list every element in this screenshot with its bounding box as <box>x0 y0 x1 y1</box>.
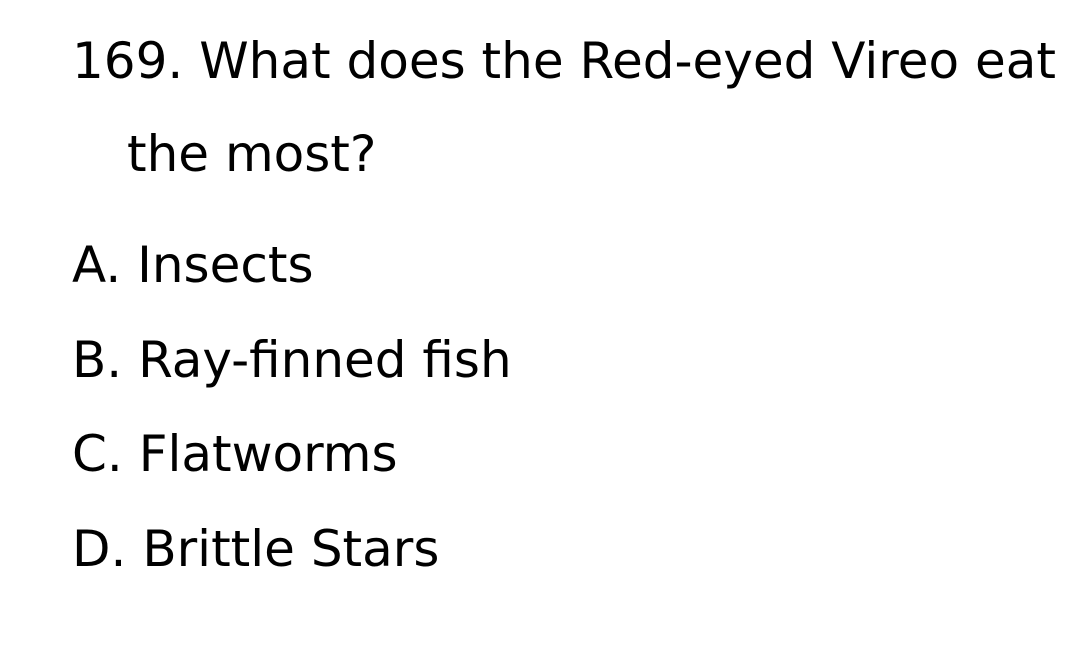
choice-text: Ray-finned fish <box>138 330 512 389</box>
quiz-card: 169. What does the Red-eyed Vireo eat the… <box>72 0 1062 596</box>
choice-a[interactable]: A. Insects <box>72 218 1062 313</box>
choice-text: Brittle Stars <box>142 519 440 578</box>
question-prompt: 169. What does the Red-eyed Vireo eat the… <box>72 15 1062 201</box>
choice-letter: B. <box>72 330 123 389</box>
choice-b[interactable]: B. Ray-finned fish <box>72 313 1062 408</box>
choice-text: Flatworms <box>138 425 398 483</box>
question-text: What does the Red-eyed Vireo eat the mos… <box>127 32 1056 183</box>
choice-text: Insects <box>137 236 314 294</box>
choice-letter: D. <box>72 519 127 578</box>
choice-c[interactable]: C. Flatworms <box>72 407 1062 502</box>
choice-d[interactable]: D. Brittle Stars <box>72 502 1062 597</box>
choice-letter: C. <box>72 425 123 483</box>
answer-choices: A. Insects B. Ray-finned fish C. Flatworms … <box>72 218 1062 596</box>
question-number: 169. <box>72 32 184 90</box>
choice-letter: A. <box>72 236 122 294</box>
